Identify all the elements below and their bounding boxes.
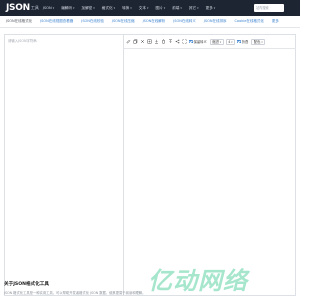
chevron-down-icon: ▾ [180, 5, 182, 10]
about-section: 关于JSON格式化工具 JSON 格式化工具是一种实用工具，可以帮助开发者格式化… [4, 281, 234, 295]
site-logo[interactable]: JSON 工具 [6, 3, 39, 13]
top-navbar: JSON 工具 JSON▾ 编解码▾ 加解密▾ 格式化▾ 转换▾ 文本▾ 图片▾… [0, 0, 300, 16]
chevron-down-icon: ▾ [197, 5, 199, 10]
chevron-down-icon: ▾ [113, 5, 116, 10]
subnav-item-sort[interactable]: JSON在线排序 [204, 19, 227, 24]
edit-icon[interactable] [126, 39, 131, 44]
nav-label: 编解码 [61, 5, 72, 10]
input-placeholder: 请输入JSON字符串 [8, 39, 37, 43]
select-value: 缩进 [212, 39, 219, 44]
chevron-down-icon: ▾ [163, 5, 166, 10]
logo-mark: JSON [6, 3, 30, 13]
fullscreen-icon[interactable] [182, 39, 187, 44]
nav-item-json[interactable]: JSON▾ [43, 6, 54, 10]
nav-item-encode[interactable]: 编解码▾ [61, 6, 74, 11]
main-nav: JSON▾ 编解码▾ 加解密▾ 格式化▾ 转换▾ 文本▾ 图片▾ 前端▾ 其它▾… [43, 6, 222, 11]
delete-icon[interactable] [161, 39, 166, 44]
nav-item-convert[interactable]: 转换▾ [122, 6, 132, 11]
theme-select[interactable]: 配色▾ [251, 38, 266, 45]
expand-icon[interactable] [147, 39, 152, 44]
logo-sub: 工具 [30, 5, 39, 10]
nav-item-more[interactable]: 更多▾ [206, 6, 216, 11]
keep-escape-checkbox[interactable]: 保留转义 [189, 39, 207, 44]
checkbox-checked-icon [237, 39, 241, 44]
about-title: 关于JSON格式化工具 [4, 282, 49, 287]
nav-item-format[interactable]: 格式化▾ [102, 6, 115, 11]
nav-item-other[interactable]: 其它▾ [189, 6, 199, 11]
nav-label: JSON [42, 6, 52, 10]
nav-label: 其它 [188, 5, 197, 10]
subnav-item-escape[interactable]: JSON在线转义 [173, 19, 196, 24]
chevron-down-icon: ▾ [219, 40, 222, 44]
nav-item-crypto[interactable]: 加解密▾ [82, 6, 95, 11]
chevron-down-icon: ▾ [52, 6, 55, 10]
indent-size-select[interactable]: 4▾ [225, 38, 236, 45]
subnav-item-format[interactable]: JSON在线格式化 [6, 19, 32, 24]
copy-icon[interactable] [133, 39, 138, 44]
nav-item-frontend[interactable]: 前端▾ [172, 6, 182, 11]
nav-label: 加解密 [81, 5, 93, 10]
subnav-item-validate[interactable]: JSON在线校验 [81, 19, 104, 24]
subnav-item-compress[interactable]: JSON在线压缩 [112, 19, 135, 24]
fold-checkbox[interactable]: 折叠 [237, 39, 248, 44]
nav-label: 格式化 [101, 5, 113, 10]
tool-subnav: JSON在线格式化 JSON在线视图查看器 JSON在线校验 JSON在线压缩 … [0, 16, 300, 28]
subnav-item-more[interactable]: 更多 [272, 19, 279, 24]
download-icon[interactable] [154, 39, 159, 44]
nav-item-image[interactable]: 图片▾ [156, 6, 166, 11]
select-value: 配色 [253, 39, 261, 44]
subnav-item-cookie[interactable]: Cookie在线格式化 [234, 19, 263, 24]
search-input[interactable]: 站内搜索 [254, 4, 284, 12]
subnav-item-viewer[interactable]: JSON在线视图查看器 [40, 19, 73, 24]
select-value: 4 [228, 39, 231, 44]
subnav-item-parse[interactable]: JSON在线解析 [143, 19, 166, 24]
checkbox-label: 保留转义 [193, 40, 207, 44]
chevron-down-icon: ▾ [231, 40, 233, 44]
chevron-down-icon: ▾ [146, 5, 149, 10]
chevron-down-icon: ▾ [72, 5, 75, 10]
nav-label: 更多 [205, 5, 213, 10]
checkbox-checked-icon [189, 39, 193, 44]
nav-label: 文本 [138, 5, 146, 10]
upload-icon[interactable] [168, 39, 173, 44]
about-text: JSON 格式化工具是一种实用工具，可以帮助开发者格式化 JSON 数据，使其更… [4, 291, 146, 295]
json-input-editor[interactable]: 请输入JSON字符串 [4, 34, 124, 296]
nav-label: 转换 [122, 5, 130, 10]
indent-select[interactable]: 缩进▾ [209, 38, 224, 45]
json-output-viewer[interactable]: 保留转义 缩进▾ 4▾ 折叠 配色▾ [124, 34, 296, 296]
share-icon[interactable] [175, 39, 180, 44]
nav-label: 前端 [172, 5, 180, 10]
chevron-down-icon: ▾ [93, 5, 95, 10]
nav-item-text[interactable]: 文本▾ [139, 6, 149, 11]
chevron-down-icon: ▾ [261, 40, 263, 44]
chevron-down-icon: ▾ [213, 5, 216, 10]
checkbox-label: 折叠 [241, 40, 249, 44]
chevron-down-icon: ▾ [130, 5, 132, 10]
output-toolbar: 保留转义 缩进▾ 4▾ 折叠 配色▾ [124, 35, 296, 48]
collapse-icon[interactable] [140, 39, 145, 44]
toolbar-divider [124, 48, 296, 49]
nav-label: 图片 [155, 5, 163, 10]
